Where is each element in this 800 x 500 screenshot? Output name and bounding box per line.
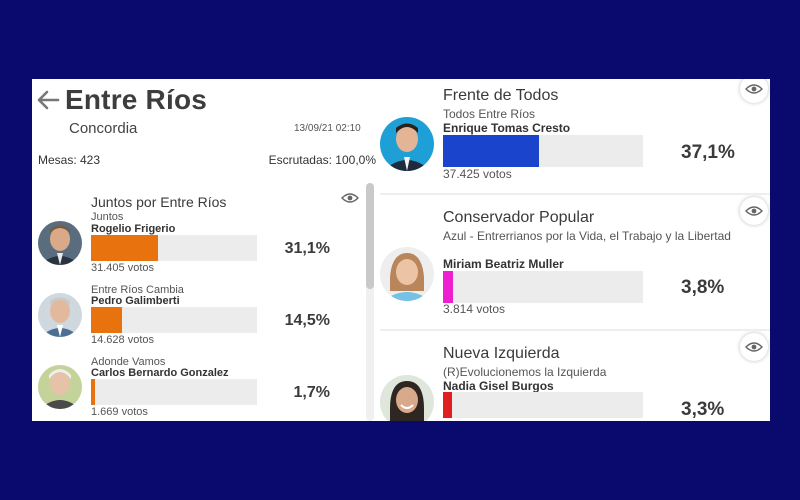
vote-bar [443, 392, 643, 418]
vote-count: 3.814 votos [443, 302, 506, 316]
candidate-name: Rogelio Frigerio [91, 223, 176, 235]
list-name: Todos Entre Ríos [443, 107, 536, 121]
party-name: Juntos por Entre Ríos [91, 194, 227, 210]
candidate-avatar [380, 247, 434, 301]
vote-percent: 1,7% [293, 384, 330, 401]
vote-bar [443, 135, 643, 167]
vote-bar-fill [91, 379, 95, 405]
right-column: Frente de Todos Todos Entre Ríos Enrique… [376, 79, 770, 421]
candidate-avatar [380, 117, 434, 171]
vote-percent: 37,1% [681, 142, 735, 163]
escrutadas-percent: Escrutadas: 100,0% [268, 153, 376, 167]
vote-bar [91, 307, 257, 333]
update-timestamp: 13/09/21 02:10 [294, 123, 361, 134]
party-name: Frente de Todos [443, 87, 559, 104]
candidate-card[interactable]: Nueva Izquierda (R)Evolucionemos la Izqu… [376, 331, 770, 421]
left-column: Entre Ríos Concordia 13/09/21 02:10 Mesa… [32, 79, 376, 421]
arrow-left-icon[interactable] [36, 89, 60, 111]
candidate-avatar [38, 293, 82, 337]
scrollbar-thumb[interactable] [366, 183, 374, 289]
results-panel: Entre Ríos Concordia 13/09/21 02:10 Mesa… [32, 79, 770, 421]
vote-bar [91, 379, 257, 405]
candidate-card[interactable]: Frente de Todos Todos Entre Ríos Enrique… [376, 79, 770, 193]
candidate-name: Pedro Galimberti [91, 295, 180, 307]
scrollbar[interactable] [366, 183, 374, 421]
vote-bar-fill [443, 271, 453, 303]
vote-percent: 31,1% [284, 240, 330, 257]
candidate-card[interactable]: Conservador Popular Azul - Entrerrianos … [376, 195, 770, 329]
candidate-name: Miriam Beatriz Muller [443, 257, 564, 271]
page-title: Entre Ríos [65, 84, 208, 115]
candidate-name: Nadia Gisel Burgos [443, 379, 554, 393]
candidate-avatar [380, 375, 434, 421]
vote-bar-fill [443, 392, 452, 418]
vote-percent: 14,5% [284, 312, 330, 329]
list-name: Azul - Entrerrianos por la Vida, el Trab… [443, 229, 731, 243]
vote-count: 1.669 votos [91, 406, 148, 418]
candidate-name: Carlos Bernardo Gonzalez [91, 367, 229, 379]
party-name: Conservador Popular [443, 209, 595, 226]
list-name: Juntos [91, 211, 124, 223]
vote-bar-fill [91, 307, 122, 333]
location-subtitle: Concordia [69, 120, 138, 137]
vote-percent: 3,3% [681, 399, 725, 420]
mesas-count: Mesas: 423 [38, 153, 101, 167]
party-name: Nueva Izquierda [443, 345, 560, 362]
vote-count: 37.425 votos [443, 167, 512, 181]
candidate-card[interactable]: Juntos por Entre Ríos Juntos Rogelio Fri… [32, 194, 362, 276]
candidate-name: Enrique Tomas Cresto [443, 121, 571, 135]
vote-bar [91, 235, 257, 261]
candidate-avatar [38, 365, 82, 409]
vote-bar [443, 271, 643, 303]
vote-count: 31.405 votos [91, 262, 154, 274]
vote-percent: 3,8% [681, 277, 725, 298]
candidate-card[interactable]: Adonde Vamos Carlos Bernardo Gonzalez 1,… [32, 356, 362, 421]
vote-bar-fill [91, 235, 158, 261]
candidate-card[interactable]: Entre Ríos Cambia Pedro Galimberti 14,5%… [32, 284, 362, 354]
vote-count: 14.628 votos [91, 334, 154, 346]
list-name: (R)Evolucionemos la Izquierda [443, 365, 607, 379]
candidate-avatar [38, 221, 82, 265]
vote-bar-fill [443, 135, 539, 167]
